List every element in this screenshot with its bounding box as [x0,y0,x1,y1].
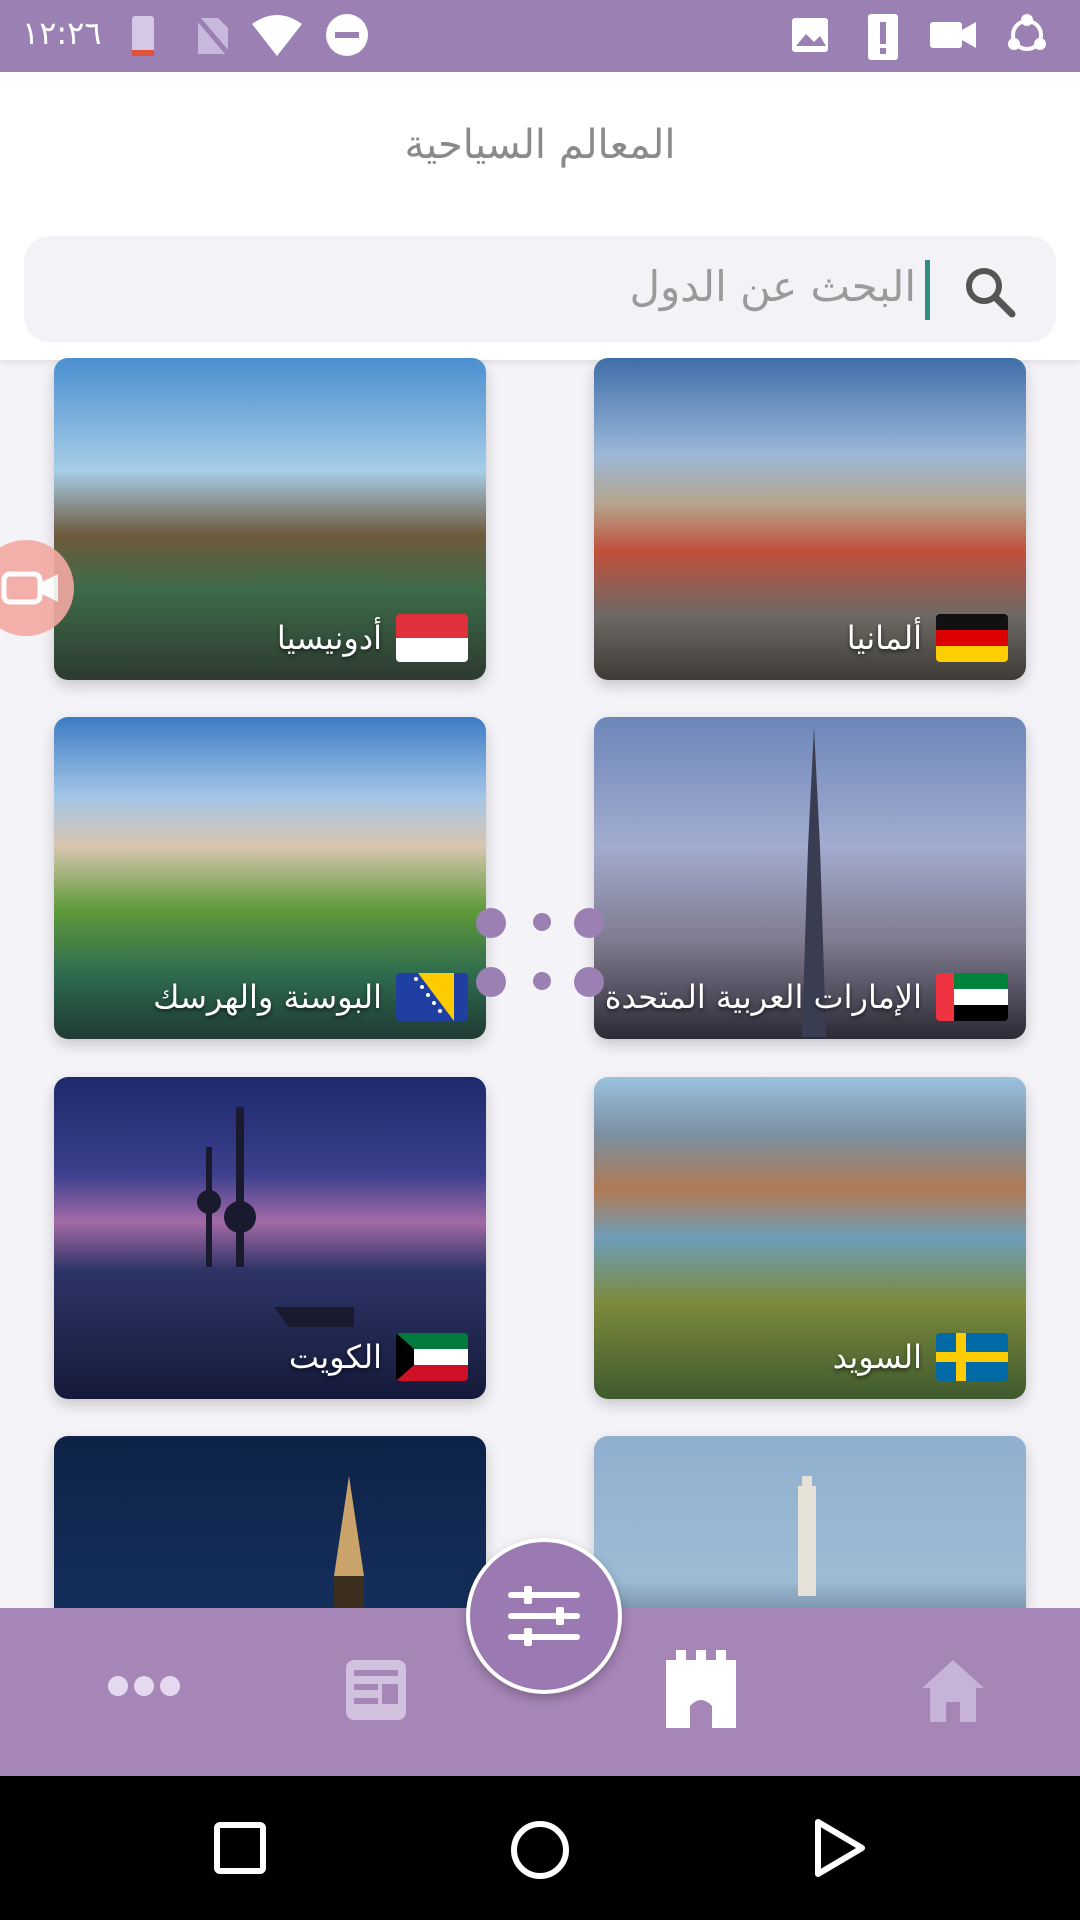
do-not-disturb-icon [324,12,370,58]
filter-fab-button[interactable] [466,1538,622,1694]
saudi-photo [54,1436,486,1608]
text-cursor [925,260,930,320]
sync-icon [1004,12,1050,58]
page-title: المعالم السياحية [404,122,676,168]
country-name: أدونيسيا [276,619,382,657]
country-card-indonesia[interactable]: أدونيسيا [54,358,486,680]
search-icon[interactable] [962,264,1018,320]
wifi-icon [250,12,304,58]
country-name: البوسنة والهرسك [153,978,382,1016]
kuwait-flag-icon [396,1333,468,1381]
back-button[interactable] [812,1818,868,1878]
battery-icon [128,12,158,58]
country-card-sweden[interactable]: السويد [594,1077,1026,1399]
country-card-saudi[interactable] [54,1436,486,1608]
uae-flag-icon [936,973,1008,1021]
country-card-germany[interactable]: ألمانيا [594,358,1026,680]
home-icon[interactable] [918,1656,988,1726]
image-icon [790,12,830,58]
home-button[interactable] [510,1820,570,1880]
minaret-shape [798,1476,816,1596]
more-icon[interactable] [106,1674,182,1698]
news-icon[interactable] [344,1658,408,1722]
country-card-uae[interactable]: الإمارات العربية المتحدة [594,717,1026,1039]
status-bar: ١٢:٢٦ [0,0,1080,72]
castle-icon[interactable] [662,1650,740,1730]
camera-record-icon [1,571,58,605]
country-name: السويد [832,1338,922,1376]
kingdom-tower-shape [334,1476,364,1608]
country-name: الإمارات العربية المتحدة [604,978,922,1016]
indonesia-flag-icon [396,614,468,662]
no-sim-icon [192,12,232,58]
search-input[interactable]: البحث عن الدول [629,262,916,311]
status-time: ١٢:٢٦ [22,14,102,52]
country-card-morocco[interactable] [594,1436,1026,1608]
country-name: ألمانيا [846,619,922,657]
country-card-kuwait[interactable]: الكويت [54,1077,486,1399]
country-name: الكويت [288,1338,382,1376]
search-bar[interactable]: البحث عن الدول [24,236,1056,342]
germany-flag-icon [936,614,1008,662]
sweden-flag-icon [936,1333,1008,1381]
bosnia-flag-icon [396,973,468,1021]
filter-icon [508,1586,580,1646]
alert-icon [866,12,900,62]
country-card-bosnia[interactable]: البوسنة والهرسك [54,717,486,1039]
video-camera-icon [928,12,978,58]
recent-apps-button[interactable] [214,1822,266,1874]
system-navigation-bar [0,1776,1080,1920]
app-header: المعالم السياحية البحث عن الدول [0,72,1080,360]
